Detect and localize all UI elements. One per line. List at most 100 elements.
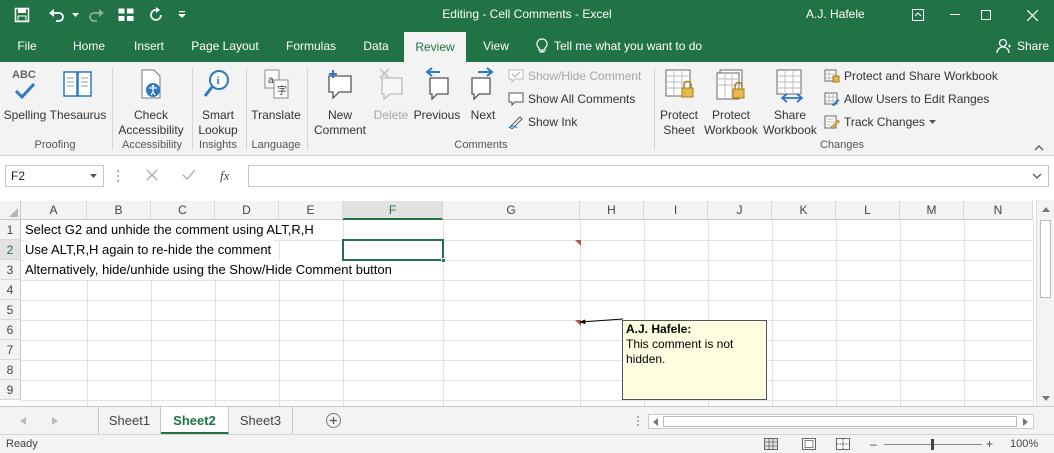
tell-me-box[interactable]: Tell me what you want to do [536, 38, 702, 54]
row-header-5[interactable]: 5 [0, 300, 21, 320]
column-header-e[interactable]: E [279, 201, 343, 220]
comment-indicator-g2[interactable] [575, 240, 581, 246]
horizontal-scroll-thumb[interactable] [663, 416, 1017, 427]
thesaurus-button[interactable]: Thesaurus [48, 66, 108, 123]
account-name[interactable]: A.J. Hafele [806, 7, 865, 21]
tab-page-layout[interactable]: Page Layout [184, 30, 266, 62]
scroll-down-icon[interactable] [1042, 396, 1050, 401]
collapse-ribbon-icon[interactable] [1034, 140, 1044, 154]
delete-comment-button[interactable]: Delete [370, 66, 412, 123]
tab-data[interactable]: Data [354, 30, 398, 62]
comment-popup[interactable]: A.J. Hafele: This comment is not hidden. [622, 320, 767, 400]
sheet-tab-sheet3[interactable]: Sheet3 [229, 407, 293, 434]
column-header-j[interactable]: J [708, 201, 772, 220]
column-header-d[interactable]: D [215, 201, 279, 220]
normal-view-icon[interactable] [764, 438, 778, 450]
previous-comment-button[interactable]: Previous [412, 66, 462, 123]
column-header-l[interactable]: L [836, 201, 900, 220]
ribbon-display-options-icon[interactable] [904, 0, 932, 30]
zoom-level[interactable]: 100% [1010, 438, 1038, 450]
person-icon [996, 38, 1011, 54]
track-changes-button[interactable]: Track Changes [824, 112, 936, 132]
share-button[interactable]: Share [996, 38, 1049, 54]
column-header-k[interactable]: K [772, 201, 836, 220]
worksheet-grid[interactable]: A B C D E F G H I J K L M N 1 2 3 4 5 6 … [0, 200, 1054, 406]
column-header-b[interactable]: B [87, 201, 151, 220]
share-workbook-button[interactable]: Share Workbook [760, 66, 820, 138]
column-header-f[interactable]: F [343, 201, 443, 220]
grid-line [21, 300, 1033, 301]
column-header-n[interactable]: N [964, 201, 1033, 220]
new-comment-label-2: Comment [313, 123, 366, 137]
translate-button[interactable]: a字 Translate [248, 66, 304, 123]
tab-file[interactable]: File [6, 30, 48, 62]
minimize-icon[interactable] [941, 0, 969, 30]
show-hide-comment-button[interactable]: Show/Hide Comment [508, 66, 641, 86]
row-header-2[interactable]: 2 [0, 240, 21, 260]
column-header-h[interactable]: H [580, 201, 644, 220]
close-icon[interactable] [1018, 0, 1046, 30]
cancel-entry-icon[interactable] [146, 169, 158, 184]
zoom-out-button[interactable]: – [870, 437, 877, 451]
more-options-icon[interactable] [116, 169, 120, 186]
row-header-4[interactable]: 4 [0, 280, 21, 300]
grid-line [21, 340, 1033, 341]
spelling-button[interactable]: ABC Spelling [2, 66, 48, 123]
page-break-preview-icon[interactable] [836, 438, 850, 450]
protect-sheet-button[interactable]: Protect Sheet [656, 66, 702, 138]
row-header-3[interactable]: 3 [0, 260, 21, 280]
tab-view[interactable]: View [474, 30, 518, 62]
name-box[interactable]: F2 [5, 165, 104, 187]
next-comment-button[interactable]: Next [464, 66, 502, 123]
row-header-9[interactable]: 9 [0, 380, 21, 400]
smart-lookup-button[interactable]: i Smart Lookup [194, 66, 242, 138]
scroll-right-icon[interactable] [1023, 418, 1028, 426]
select-all-button[interactable] [0, 201, 21, 220]
horizontal-scrollbar[interactable] [648, 414, 1034, 429]
tab-split-icon[interactable] [636, 415, 640, 427]
check-accessibility-button[interactable]: Check Accessibility [114, 66, 188, 138]
scroll-sheets-left-icon[interactable] [20, 417, 26, 425]
column-header-a[interactable]: A [21, 201, 87, 220]
column-header-m[interactable]: M [900, 201, 964, 220]
zoom-slider-thumb[interactable] [931, 439, 934, 450]
scroll-up-icon[interactable] [1042, 207, 1050, 212]
column-header-c[interactable]: C [151, 201, 215, 220]
scroll-left-icon[interactable] [653, 418, 658, 426]
column-header-i[interactable]: I [644, 201, 708, 220]
cell-a1[interactable]: Select G2 and unhide the comment using A… [25, 220, 317, 240]
confirm-entry-icon[interactable] [182, 169, 196, 184]
row-header-1[interactable]: 1 [0, 220, 21, 240]
selected-cell-f2[interactable] [342, 239, 446, 263]
zoom-in-button[interactable]: + [986, 437, 993, 451]
tab-insert[interactable]: Insert [124, 30, 174, 62]
show-ink-button[interactable]: Show Ink [508, 112, 577, 132]
chevron-down-icon[interactable] [90, 174, 97, 178]
row-header-6[interactable]: 6 [0, 320, 21, 340]
row-header-8[interactable]: 8 [0, 360, 21, 380]
cell-a3[interactable]: Alternatively, hide/unhide using the Sho… [25, 260, 395, 280]
formula-input[interactable] [248, 165, 1049, 187]
cell-a2[interactable]: Use ALT,R,H again to re-hide the comment [25, 240, 275, 260]
protect-workbook-button[interactable]: Protect Workbook [702, 66, 760, 138]
row-header-7[interactable]: 7 [0, 340, 21, 360]
column-header-g[interactable]: G [443, 201, 580, 220]
scroll-sheets-right-icon[interactable] [52, 417, 58, 425]
protect-and-share-workbook-button[interactable]: Protect and Share Workbook [824, 66, 998, 86]
new-comment-button[interactable]: New Comment [310, 66, 370, 138]
vertical-scrollbar[interactable] [1036, 200, 1054, 406]
maximize-icon[interactable] [972, 0, 1000, 30]
insert-function-icon[interactable]: fx [220, 168, 229, 184]
allow-users-edit-ranges-button[interactable]: Allow Users to Edit Ranges [824, 89, 989, 109]
tab-home[interactable]: Home [62, 30, 116, 62]
new-sheet-button[interactable] [326, 413, 341, 428]
page-layout-view-icon[interactable] [802, 438, 816, 450]
tab-review[interactable]: Review [404, 32, 466, 62]
vertical-scroll-thumb[interactable] [1040, 220, 1051, 298]
sheet-tab-sheet2[interactable]: Sheet2 [161, 407, 229, 434]
tab-formulas[interactable]: Formulas [276, 30, 346, 62]
expand-formula-bar-icon[interactable] [1032, 173, 1042, 180]
sheet-tab-sheet1[interactable]: Sheet1 [99, 407, 161, 434]
fill-handle[interactable] [441, 258, 446, 263]
show-all-comments-button[interactable]: Show All Comments [508, 89, 635, 109]
